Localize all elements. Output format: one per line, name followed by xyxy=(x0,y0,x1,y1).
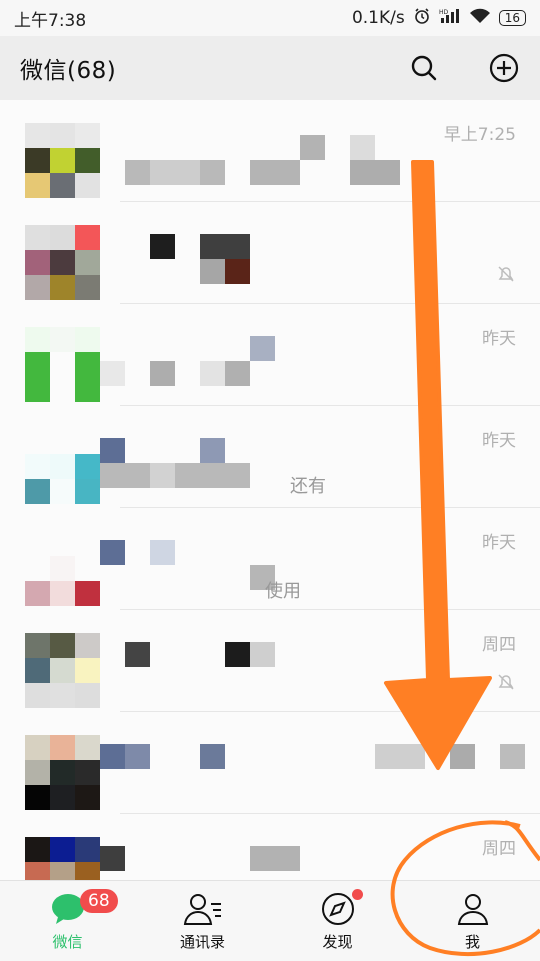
tab-discover[interactable]: 发现 xyxy=(270,881,405,961)
page-title: 微信(68) xyxy=(20,58,117,84)
signal-icon: HD xyxy=(439,8,461,29)
chat-snippet: 使用 xyxy=(265,581,301,602)
chat-time: 昨天 xyxy=(482,329,516,349)
search-icon xyxy=(411,55,437,81)
avatar xyxy=(25,327,100,402)
pixelated-snippet xyxy=(500,744,525,769)
add-button[interactable] xyxy=(488,52,520,84)
compass-icon xyxy=(321,893,354,925)
chat-list[interactable]: 早上7:25 昨天 昨天 还有 昨天 使用 周四 周四 xyxy=(0,100,540,880)
pixelated-snippet xyxy=(300,135,325,160)
network-speed: 0.1K/s xyxy=(351,8,405,28)
avatar xyxy=(25,225,100,300)
pixelated-snippet xyxy=(225,259,250,284)
pixelated-snippet xyxy=(375,744,425,769)
chat-row[interactable]: 昨天 还有 xyxy=(0,406,540,508)
pixelated-snippet xyxy=(150,361,175,386)
pixelated-snippet xyxy=(225,642,250,667)
chat-row[interactable]: 早上7:25 xyxy=(0,100,540,202)
tab-label: 我 xyxy=(464,933,480,951)
alarm-icon xyxy=(413,7,431,30)
tab-label: 通讯录 xyxy=(179,933,225,951)
search-button[interactable] xyxy=(408,52,440,84)
tab-label: 微信 xyxy=(52,933,83,951)
status-indicators: 0.1K/s HD 16 xyxy=(352,7,526,30)
pixelated-snippet xyxy=(350,135,375,160)
pixelated-snippet xyxy=(125,642,150,667)
mute-bell-icon xyxy=(496,264,516,288)
avatar xyxy=(25,633,100,708)
avatar xyxy=(25,123,100,198)
pixelated-snippet xyxy=(100,463,250,488)
avatar xyxy=(25,429,100,504)
chat-row[interactable] xyxy=(0,712,540,814)
pixelated-snippet xyxy=(100,846,125,871)
chat-row[interactable] xyxy=(0,202,540,304)
chat-time: 昨天 xyxy=(482,533,516,553)
pixelated-snippet xyxy=(250,336,275,361)
pixelated-snippet xyxy=(250,642,275,667)
tab-label: 发现 xyxy=(322,933,353,951)
bottom-tab-bar: 微信 通讯录 发现 我 68 xyxy=(0,880,540,961)
pixelated-snippet xyxy=(100,540,125,565)
status-time: 上午7:38 xyxy=(14,10,87,31)
avatar xyxy=(25,837,100,880)
battery-indicator: 16 xyxy=(498,10,526,26)
pixelated-snippet xyxy=(150,540,175,565)
pixelated-snippet xyxy=(450,744,475,769)
svg-text:HD: HD xyxy=(439,9,449,16)
chat-row[interactable]: 昨天 xyxy=(0,304,540,406)
chat-time: 周四 xyxy=(482,839,516,859)
pixelated-snippet xyxy=(200,744,225,769)
pixelated-snippet xyxy=(225,361,250,386)
pixelated-snippet xyxy=(150,160,200,185)
person-icon xyxy=(457,894,488,925)
chat-time: 周四 xyxy=(482,635,516,655)
chat-row[interactable]: 周四 xyxy=(0,814,540,880)
app-header: 微信(68) xyxy=(0,36,540,100)
wifi-icon xyxy=(469,8,491,29)
pixelated-snippet xyxy=(200,438,225,463)
tab-contacts[interactable]: 通讯录 xyxy=(135,881,270,961)
pixelated-snippet xyxy=(200,259,225,284)
pixelated-snippet xyxy=(350,160,400,185)
chat-row[interactable]: 昨天 使用 xyxy=(0,508,540,610)
chat-snippet: 还有 xyxy=(290,476,326,497)
contacts-icon xyxy=(183,894,221,925)
pixelated-snippet xyxy=(200,361,225,386)
pixelated-snippet xyxy=(100,361,125,386)
pixelated-snippet xyxy=(200,234,250,259)
pixelated-snippet xyxy=(100,438,125,463)
chat-row[interactable]: 周四 xyxy=(0,610,540,712)
status-bar: 上午7:38 0.1K/s HD 16 xyxy=(0,0,540,36)
chat-time: 早上7:25 xyxy=(443,125,516,145)
pixelated-snippet xyxy=(150,463,175,488)
pixelated-snippet xyxy=(250,160,300,185)
pixelated-snippet xyxy=(250,846,300,871)
tab-me[interactable]: 我 xyxy=(405,881,540,961)
avatar xyxy=(25,735,100,810)
mute-bell-icon xyxy=(496,672,516,696)
plus-circle-icon xyxy=(489,53,519,83)
chat-time: 昨天 xyxy=(482,431,516,451)
avatar xyxy=(25,531,100,606)
pixelated-snippet xyxy=(125,744,150,769)
notification-dot xyxy=(352,889,363,900)
pixelated-snippet xyxy=(150,234,175,259)
unread-badge: 68 xyxy=(80,889,118,913)
